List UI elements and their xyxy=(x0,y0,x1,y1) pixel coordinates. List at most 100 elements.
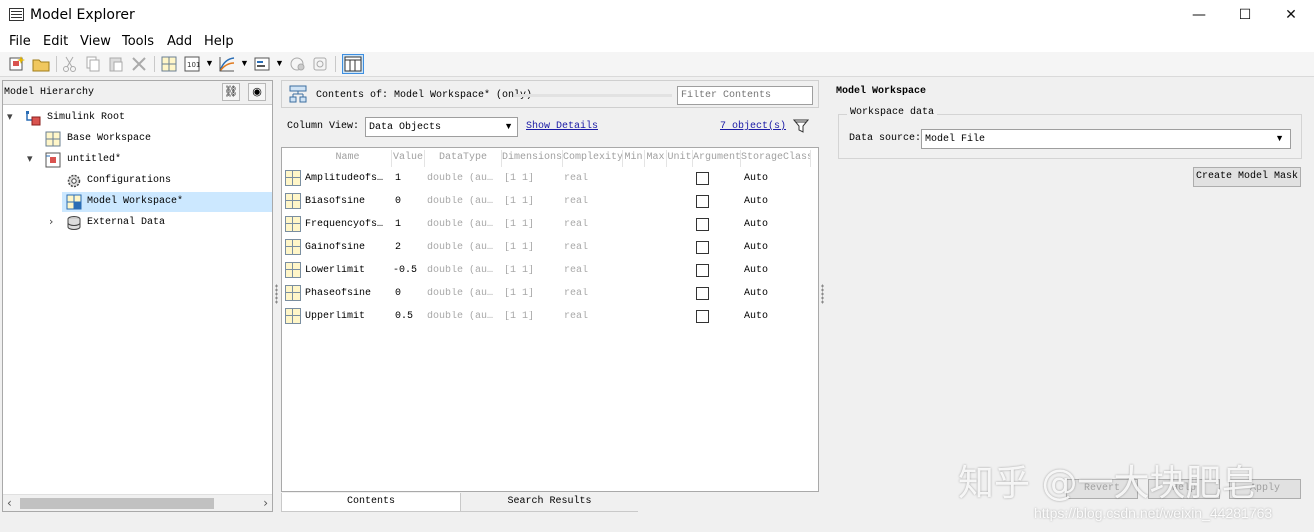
horizontal-scrollbar[interactable]: ‹ › xyxy=(3,494,272,511)
scrollbar-thumb[interactable] xyxy=(20,498,214,509)
model-hierarchy-title: Model Hierarchy xyxy=(4,87,95,98)
column-header[interactable]: Argument xyxy=(693,150,741,167)
column-header[interactable]: Unit xyxy=(667,150,693,167)
tree-item-label: Configurations xyxy=(87,175,172,186)
column-view-label: Column View: xyxy=(287,121,360,132)
chevron-right-icon[interactable]: › xyxy=(49,215,61,228)
open-folder-icon[interactable] xyxy=(32,55,50,73)
delete-icon[interactable] xyxy=(130,55,148,73)
argument-checkbox[interactable] xyxy=(696,287,709,300)
menu-bar: File Edit View Tools Add Help xyxy=(0,31,1314,52)
table-row[interactable]: Upperlimit 0.5 double (au… [1 1] real Au… xyxy=(282,305,818,328)
argument-checkbox[interactable] xyxy=(696,195,709,208)
cut-icon[interactable] xyxy=(61,55,79,73)
column-header[interactable]: DataType xyxy=(425,150,502,167)
argument-checkbox[interactable] xyxy=(696,218,709,231)
tree-item-label: Base Workspace xyxy=(67,133,152,144)
data-source-label: Data source: xyxy=(849,133,922,144)
maximize-button[interactable]: ☐ xyxy=(1222,0,1268,31)
table-row[interactable]: Phaseofsine 0 double (au… [1 1] real Aut… xyxy=(282,282,818,305)
tree-item-external-data[interactable]: › External Data xyxy=(3,213,272,233)
tab-search-results[interactable]: Search Results xyxy=(461,493,638,512)
link-workspace-icon[interactable] xyxy=(289,55,307,73)
column-header[interactable]: Dimensions xyxy=(502,150,563,167)
column-header[interactable]: Max xyxy=(645,150,667,167)
table-row[interactable]: Biasofsine 0 double (au… [1 1] real Auto xyxy=(282,190,818,213)
create-model-mask-button[interactable]: Create Model Mask xyxy=(1193,167,1301,187)
column-header[interactable]: Complexity xyxy=(563,150,623,167)
filter-funnel-icon[interactable] xyxy=(793,118,809,134)
watermark-text: 知乎 @一大块肥皂 xyxy=(958,463,1258,504)
scroll-right-icon[interactable]: › xyxy=(263,496,268,510)
table-row[interactable]: Amplitudeofs… 1 double (au… [1 1] real A… xyxy=(282,167,818,190)
menu-add[interactable]: Add xyxy=(167,34,192,49)
column-header[interactable]: StorageClass xyxy=(741,150,811,167)
tree-item-simulink-root[interactable]: ▾ Simulink Root xyxy=(3,108,272,128)
add-configuration-icon[interactable] xyxy=(253,55,271,73)
data-source-select[interactable]: Model File ▼ xyxy=(921,129,1291,149)
add-matlab-variable-icon[interactable] xyxy=(160,55,178,73)
contents-header: Contents of: Model Workspace* (only) xyxy=(281,80,819,108)
tree-item-label: Model Workspace* xyxy=(87,196,184,207)
model-hierarchy-header: Model Hierarchy ⛓ ◉ xyxy=(3,81,272,105)
table-row[interactable]: Lowerlimit -0.5 double (au… [1 1] real A… xyxy=(282,259,818,282)
argument-checkbox[interactable] xyxy=(696,172,709,185)
variable-icon xyxy=(285,262,301,278)
close-button[interactable]: ✕ xyxy=(1268,0,1314,31)
add-simulink-object-icon[interactable]: 101 xyxy=(183,55,201,73)
contents-table: Name Value DataType Dimensions Complexit… xyxy=(281,147,819,492)
group-label: Workspace data xyxy=(847,107,938,118)
tree-item-label: External Data xyxy=(87,217,166,228)
simulink-root-icon xyxy=(26,111,41,126)
toggle-dialog-pane-icon[interactable] xyxy=(342,54,364,74)
object-count-link[interactable]: 7 object(s) xyxy=(720,121,786,132)
filter-contents-input[interactable] xyxy=(677,86,813,105)
model-workspace-icon xyxy=(66,194,82,210)
tab-contents[interactable]: Contents xyxy=(281,493,461,512)
argument-checkbox[interactable] xyxy=(696,310,709,323)
splitter-handle[interactable] xyxy=(821,284,824,304)
new-model-icon[interactable] xyxy=(8,55,26,73)
tree-item-label: Simulink Root xyxy=(47,112,126,123)
app-icon xyxy=(9,8,24,21)
menu-edit[interactable]: Edit xyxy=(43,34,68,49)
tree-item-configurations[interactable]: Configurations xyxy=(3,171,272,191)
dropdown-arrow-icon[interactable]: ▼ xyxy=(205,58,214,68)
model-hierarchy-pane: Model Hierarchy ⛓ ◉ ▾ Simulink Root Base… xyxy=(2,80,273,512)
paste-icon[interactable] xyxy=(107,55,125,73)
scroll-left-icon[interactable]: ‹ xyxy=(7,496,12,510)
menu-view[interactable]: View xyxy=(80,34,111,49)
add-signal-icon[interactable] xyxy=(218,55,236,73)
copy-icon[interactable] xyxy=(84,55,102,73)
column-header[interactable]: Min xyxy=(623,150,645,167)
variable-icon xyxy=(285,216,301,232)
menu-help[interactable]: Help xyxy=(204,34,234,49)
tree-item-label: untitled* xyxy=(67,154,122,165)
show-details-link[interactable]: Show Details xyxy=(526,121,598,132)
contents-title: Contents of: Model Workspace* (only) xyxy=(316,90,533,101)
table-row[interactable]: Gainofsine 2 double (au… [1 1] real Auto xyxy=(282,236,818,259)
model-workspace-dialog: Model Workspace Workspace data Data sour… xyxy=(830,78,1310,512)
dialog-title: Model Workspace xyxy=(836,86,927,97)
tree-item-base-workspace[interactable]: Base Workspace xyxy=(3,129,272,149)
disabled-tool-icon[interactable] xyxy=(311,55,329,73)
chevron-down-icon[interactable]: ▾ xyxy=(7,110,19,123)
tree-item-model-workspace[interactable]: Model Workspace* xyxy=(62,192,272,212)
minimize-button[interactable]: — xyxy=(1176,0,1222,31)
dropdown-arrow-icon[interactable]: ▼ xyxy=(240,58,249,68)
column-header[interactable]: Value xyxy=(392,150,425,167)
link-icon[interactable]: ⛓ xyxy=(222,83,240,101)
dropdown-arrow-icon[interactable]: ▼ xyxy=(275,58,284,68)
column-view-select[interactable]: Data Objects ▼ xyxy=(365,117,518,137)
menu-tools[interactable]: Tools xyxy=(122,34,154,49)
argument-checkbox[interactable] xyxy=(696,264,709,277)
table-row[interactable]: Frequencyofs… 1 double (au… [1 1] real A… xyxy=(282,213,818,236)
menu-file[interactable]: File xyxy=(9,34,31,49)
mask-icon[interactable]: ◉ xyxy=(248,83,266,101)
column-header[interactable]: Name xyxy=(304,150,392,167)
tree-item-untitled[interactable]: ▾ untitled* xyxy=(3,150,272,170)
variable-icon xyxy=(285,170,301,186)
argument-checkbox[interactable] xyxy=(696,241,709,254)
chevron-down-icon[interactable]: ▾ xyxy=(27,152,39,165)
splitter-handle[interactable] xyxy=(275,284,278,304)
